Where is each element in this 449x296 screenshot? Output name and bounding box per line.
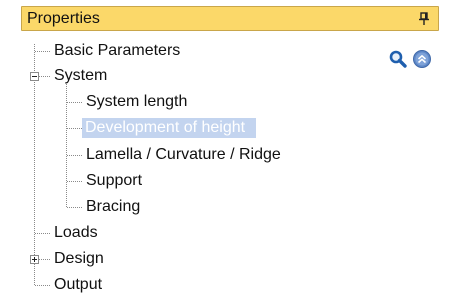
tree-item-design[interactable]: Design: [52, 249, 106, 269]
tree-item-loads[interactable]: Loads: [52, 223, 100, 243]
properties-panel: Properties Basic Parameters System Syste…: [0, 0, 449, 296]
tree-item-system[interactable]: System: [52, 66, 109, 86]
tree-item-development-of-height[interactable]: Development of height: [82, 118, 257, 138]
tree-item-lamella-curvature-ridge[interactable]: Lamella / Curvature / Ridge: [84, 145, 283, 165]
system-collapse-toggle[interactable]: [30, 72, 39, 81]
design-expand-toggle[interactable]: [30, 255, 39, 264]
tree-item-output[interactable]: Output: [52, 275, 104, 295]
tree-item-bracing[interactable]: Bracing: [84, 197, 142, 217]
tree-item-system-length[interactable]: System length: [84, 92, 189, 112]
tree-item-basic-parameters[interactable]: Basic Parameters: [52, 41, 182, 61]
tree-item-support[interactable]: Support: [84, 171, 144, 191]
